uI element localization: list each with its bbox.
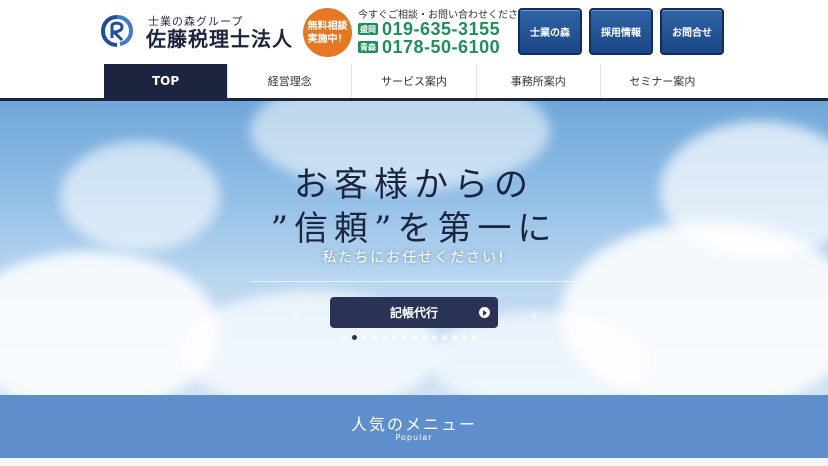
slider-dot[interactable] <box>352 335 357 340</box>
site-header: 士業の森グループ 佐藤税理士法人 無料相談 実施中！ 今すぐご相談・お問い合わせ… <box>0 0 828 64</box>
slider-pagination <box>342 335 477 340</box>
slider-next-arrow[interactable]: › <box>531 305 537 324</box>
slider-dot[interactable] <box>412 335 417 340</box>
badge-line-2: 実施中！ <box>307 33 348 45</box>
hero-title-line-1: お客様からの <box>294 165 534 205</box>
hero-slider: お客様からの ”信頼”を第一に 私たちにお任せください! ‹ 記帳代行 › <box>0 101 828 395</box>
phone-row-aomori[interactable]: 青森 0178-50-6100 <box>358 37 500 57</box>
slider-dot[interactable] <box>372 335 377 340</box>
cta-label: 記帳代行 <box>389 306 438 320</box>
popular-subtitle: Popular <box>395 433 433 442</box>
slider-dot[interactable] <box>362 335 367 340</box>
company-name[interactable]: 佐藤税理士法人 <box>146 23 293 52</box>
badge-line-1: 無料相談 <box>307 20 348 32</box>
slider-prev-arrow[interactable]: ‹ <box>293 305 299 324</box>
slider-dot[interactable] <box>392 335 397 340</box>
area-tag: 青森 <box>358 41 378 53</box>
hero-subtitle: 私たちにお任せください! <box>322 250 506 266</box>
free-consultation-badge: 無料相談 実施中！ <box>303 8 352 57</box>
slider-dot[interactable] <box>402 335 407 340</box>
phone-number[interactable]: 0178-50-6100 <box>382 37 500 58</box>
slider-dot[interactable] <box>442 335 447 340</box>
chevron-right-icon <box>479 307 490 318</box>
contact-button[interactable]: お問合せ <box>660 8 724 55</box>
nav-item-seminar[interactable]: セミナー案内 <box>600 64 725 98</box>
nav-item-office[interactable]: 事務所案内 <box>476 64 601 98</box>
recruit-button[interactable]: 採用情報 <box>589 8 653 55</box>
content-start-strip <box>0 458 828 466</box>
slider-dot[interactable] <box>422 335 427 340</box>
nav-item-services[interactable]: サービス案内 <box>352 64 477 98</box>
shigyo-no-mori-button[interactable]: 士業の森 <box>518 8 582 55</box>
nav-item-top[interactable]: TOP <box>104 64 229 98</box>
nav-item-philosophy[interactable]: 経営理念 <box>228 64 353 98</box>
slider-dot[interactable] <box>462 335 467 340</box>
area-tag: 盛岡 <box>358 23 378 35</box>
logo-icon[interactable] <box>100 14 134 48</box>
hero-divider <box>250 281 580 282</box>
main-nav: TOP 経営理念 サービス案内 事務所案内 セミナー案内 <box>104 64 725 98</box>
slider-dot[interactable] <box>342 335 347 340</box>
cloud <box>0 251 220 395</box>
slider-dot[interactable] <box>382 335 387 340</box>
slider-dot[interactable] <box>472 335 477 340</box>
hero-title-line-2: ”信頼”を第一に <box>270 209 558 249</box>
slider-dot[interactable] <box>452 335 457 340</box>
slider-dot[interactable] <box>432 335 437 340</box>
popular-menu-section: 人気のメニュー Popular <box>0 395 828 466</box>
popular-title: 人気のメニュー <box>350 415 477 434</box>
bookkeeping-cta-button[interactable]: 記帳代行 <box>330 297 498 328</box>
